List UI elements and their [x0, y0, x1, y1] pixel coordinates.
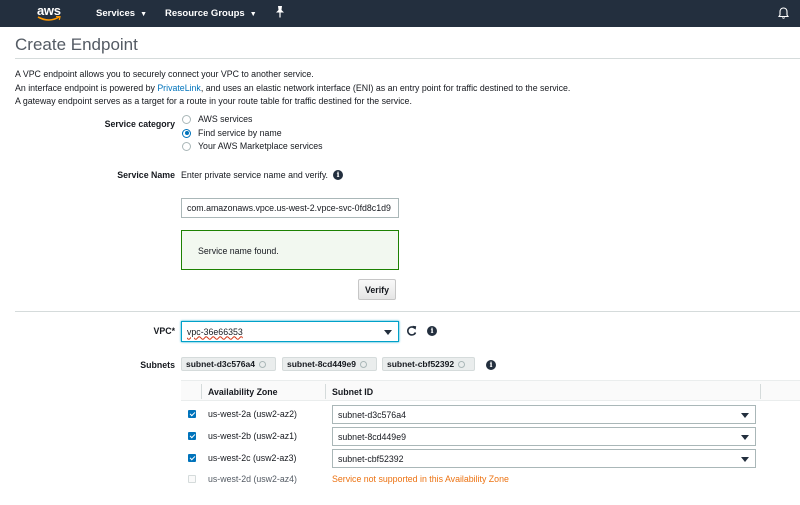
services-menu[interactable]: Services ▼: [96, 8, 147, 19]
unsupported-az-warning: Service not supported in this Availabili…: [332, 474, 509, 484]
table-header: Availability Zone Subnet ID: [181, 380, 800, 401]
services-menu-label: Services: [96, 8, 136, 19]
resource-groups-menu[interactable]: Resource Groups ▼: [165, 8, 257, 19]
intro-line-3: A gateway endpoint serves as a target fo…: [15, 96, 412, 106]
intro-line-2: An interface endpoint is powered by Priv…: [15, 82, 615, 96]
column-divider: [760, 384, 761, 399]
subnet-select[interactable]: subnet-cbf52392: [332, 449, 756, 468]
subnet-token[interactable]: subnet-d3c576a4: [181, 357, 276, 371]
subnet-token[interactable]: subnet-cbf52392: [382, 357, 475, 371]
title-divider: [15, 58, 800, 59]
row-checkbox[interactable]: [188, 410, 196, 418]
chevron-down-icon: [741, 456, 749, 462]
radio-aws-services[interactable]: AWS services: [182, 113, 252, 125]
column-divider: [325, 384, 326, 399]
service-found-alert: Service name found.: [181, 230, 399, 270]
subnet-token-label: subnet-cbf52392: [387, 359, 455, 369]
intro-line-1: A VPC endpoint allows you to securely co…: [15, 69, 314, 79]
info-icon[interactable]: i: [427, 326, 437, 336]
row-availability-zone: us-west-2a (usw2-az2): [208, 409, 297, 419]
service-category-label: Service category: [104, 119, 175, 129]
aws-logo[interactable]: aws: [37, 3, 67, 23]
pin-icon[interactable]: [275, 6, 285, 18]
row-availability-zone: us-west-2c (usw2-az3): [208, 453, 297, 463]
radio-aws-services-label: AWS services: [198, 114, 253, 124]
subnet-select-value: subnet-d3c576a4: [338, 409, 406, 420]
section-divider: [15, 311, 800, 312]
table-row: us-west-2c (usw2-az3) subnet-cbf52392: [181, 448, 800, 469]
service-name-input[interactable]: com.amazonaws.vpce.us-west-2.vpce-svc-0f…: [181, 198, 399, 218]
column-header-az: Availability Zone: [208, 387, 278, 397]
subnet-token-label: subnet-d3c576a4: [186, 359, 255, 369]
chevron-down-icon: ▼: [249, 11, 257, 18]
refresh-icon[interactable]: [406, 325, 417, 337]
row-checkbox-disabled: [188, 475, 196, 483]
row-availability-zone: us-west-2b (usw2-az1): [208, 431, 297, 441]
row-checkbox[interactable]: [188, 432, 196, 440]
subnet-token-label: subnet-8cd449e9: [287, 359, 356, 369]
subnet-token[interactable]: subnet-8cd449e9: [282, 357, 377, 371]
intro-text: A VPC endpoint allows you to securely co…: [15, 68, 615, 109]
row-checkbox[interactable]: [188, 454, 196, 462]
privatelink-link[interactable]: PrivateLink: [157, 83, 201, 93]
intro-line-2-pre: An interface endpoint is powered by: [15, 82, 158, 93]
radio-button[interactable]: [182, 141, 191, 151]
service-found-message: Service name found.: [198, 246, 279, 256]
row-availability-zone: us-west-2d (usw2-az4): [208, 474, 297, 484]
chevron-down-icon: [741, 434, 749, 440]
resource-groups-menu-label: Resource Groups: [165, 8, 245, 19]
remove-token-icon[interactable]: [359, 360, 367, 368]
info-icon[interactable]: i: [486, 360, 496, 370]
subnet-select[interactable]: subnet-d3c576a4: [332, 405, 756, 424]
verify-button[interactable]: Verify: [358, 279, 396, 300]
vpc-select-value: vpc-36e66353: [187, 326, 243, 337]
table-row: us-west-2b (usw2-az1) subnet-8cd449e9: [181, 426, 800, 447]
table-row: us-west-2a (usw2-az2) subnet-d3c576a4: [181, 404, 800, 425]
vpc-label: VPC*: [153, 326, 175, 336]
remove-token-icon[interactable]: [258, 360, 266, 368]
top-nav: aws Services ▼ Resource Groups ▼: [0, 0, 800, 27]
radio-button-selected[interactable]: [182, 128, 191, 138]
vpc-select[interactable]: vpc-36e66353: [181, 321, 399, 342]
bell-icon[interactable]: [778, 7, 789, 19]
radio-marketplace-label: Your AWS Marketplace services: [198, 141, 323, 151]
info-icon[interactable]: i: [333, 170, 343, 180]
column-divider: [201, 384, 202, 399]
service-name-hint: Enter private service name and verify.: [181, 170, 329, 180]
chevron-down-icon: [741, 412, 749, 418]
page-title: Create Endpoint: [15, 35, 138, 54]
radio-button[interactable]: [182, 114, 191, 124]
table-row: us-west-2d (usw2-az4) Service not suppor…: [181, 469, 800, 490]
chevron-down-icon: [384, 329, 392, 335]
radio-find-service-by-name[interactable]: Find service by name: [182, 127, 282, 139]
service-name-input-value: com.amazonaws.vpce.us-west-2.vpce-svc-0f…: [187, 203, 391, 213]
remove-token-icon[interactable]: [458, 360, 466, 368]
column-header-subnet-id: Subnet ID: [332, 387, 374, 397]
subnet-select-value: subnet-cbf52392: [338, 453, 404, 464]
aws-smile-icon: [37, 16, 61, 21]
radio-find-service-label: Find service by name: [198, 128, 282, 138]
subnets-label: Subnets: [140, 360, 175, 370]
subnet-select-value: subnet-8cd449e9: [338, 431, 406, 442]
service-name-label: Service Name: [117, 170, 175, 180]
radio-marketplace-services[interactable]: Your AWS Marketplace services: [182, 140, 323, 152]
chevron-down-icon: ▼: [140, 11, 148, 18]
subnet-select[interactable]: subnet-8cd449e9: [332, 427, 756, 446]
intro-line-2-post: , and uses an elastic network interface …: [200, 82, 571, 93]
